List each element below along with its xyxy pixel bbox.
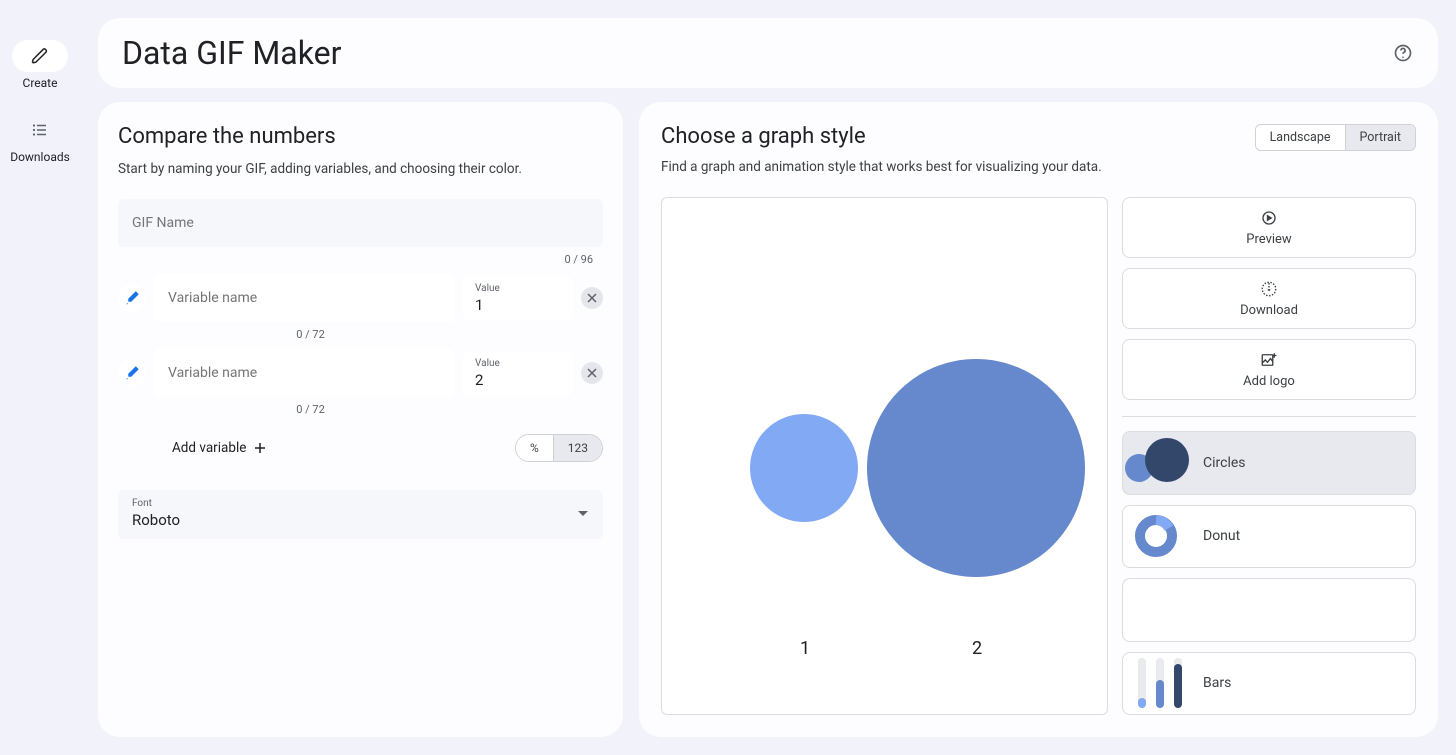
- sidebar-create-label: Create: [23, 76, 58, 90]
- style-circles-label: Circles: [1189, 455, 1246, 471]
- color-picker-2[interactable]: [118, 359, 146, 387]
- preview-value-1: 1: [800, 638, 810, 659]
- play-icon: [1260, 208, 1278, 228]
- close-icon: [587, 368, 597, 378]
- preview-circle-2: [867, 359, 1085, 577]
- body-columns: Compare the numbers Start by naming your…: [98, 102, 1438, 737]
- font-value: Roboto: [132, 511, 180, 529]
- preview-circle-1: [750, 414, 858, 522]
- preview-canvas: 1 2: [661, 197, 1108, 715]
- compare-subtitle: Start by naming your GIF, adding variabl…: [118, 161, 603, 177]
- style-donut[interactable]: Donut: [1122, 505, 1416, 569]
- preview-value-2: 2: [972, 638, 982, 659]
- variable-counter-1: 0 / 72: [158, 328, 463, 341]
- value-label-1: Value: [475, 283, 561, 294]
- donut-thumb-icon: [1123, 505, 1189, 569]
- sidebar-item-downloads[interactable]: Downloads: [10, 114, 70, 164]
- download-label: Download: [1240, 303, 1298, 318]
- sidebar-downloads-label: Downloads: [10, 150, 70, 164]
- orientation-landscape[interactable]: Landscape: [1256, 125, 1345, 150]
- style-panel: Preview Download Add logo: [1122, 197, 1416, 715]
- variable-name-input-1[interactable]: [154, 274, 455, 322]
- help-icon[interactable]: [1392, 42, 1414, 64]
- download-button[interactable]: Download: [1122, 268, 1416, 329]
- variable-counter-2: 0 / 72: [158, 403, 463, 416]
- color-picker-1[interactable]: [118, 284, 146, 312]
- variable-value-input-1[interactable]: [475, 294, 561, 316]
- variable-value-input-2[interactable]: [475, 369, 561, 391]
- add-row: Add variable % 123: [118, 434, 603, 462]
- gif-name-counter: 0 / 96: [118, 253, 603, 266]
- style-bars[interactable]: Bars: [1122, 652, 1416, 716]
- style-rectangles[interactable]: Rectangles: [1122, 578, 1416, 642]
- circles-thumb-icon: [1123, 431, 1189, 495]
- list-icon: [12, 114, 68, 146]
- divider: [1122, 416, 1416, 417]
- rectangles-thumb-icon: [1123, 579, 1415, 641]
- style-circles[interactable]: Circles: [1122, 431, 1416, 495]
- plus-icon: [254, 442, 266, 454]
- style-donut-label: Donut: [1189, 528, 1240, 544]
- sidebar-item-create[interactable]: Create: [12, 40, 68, 90]
- value-label-2: Value: [475, 358, 561, 369]
- sidebar: Create Downloads: [0, 0, 80, 755]
- download-icon: [1260, 279, 1278, 299]
- main: Data GIF Maker Compare the numbers Start…: [80, 0, 1456, 755]
- style-rectangles-label: Rectangles: [1415, 602, 1416, 618]
- add-variable-label: Add variable: [172, 440, 246, 456]
- pencil-icon: [12, 40, 68, 72]
- variable-row-1: Value 0 / 72: [118, 274, 603, 341]
- orientation-portrait[interactable]: Portrait: [1345, 125, 1416, 150]
- variable-value-wrap-1: Value: [463, 277, 573, 320]
- preview-button[interactable]: Preview: [1122, 197, 1416, 258]
- bars-thumb-icon: [1123, 652, 1189, 716]
- add-variable-button[interactable]: Add variable: [172, 440, 266, 456]
- unit-number[interactable]: 123: [553, 435, 602, 461]
- style-bars-label: Bars: [1189, 675, 1231, 691]
- header: Data GIF Maker: [98, 18, 1438, 88]
- chevron-down-icon: [577, 510, 589, 518]
- add-logo-label: Add logo: [1243, 374, 1295, 389]
- font-label: Font: [132, 498, 180, 509]
- remove-variable-1[interactable]: [581, 287, 603, 309]
- page-title: Data GIF Maker: [122, 34, 341, 72]
- variable-name-input-2[interactable]: [154, 349, 455, 397]
- compare-title: Compare the numbers: [118, 124, 603, 149]
- remove-variable-2[interactable]: [581, 362, 603, 384]
- variable-value-wrap-2: Value: [463, 352, 573, 395]
- preview-label: Preview: [1246, 232, 1291, 247]
- orientation-toggle: Landscape Portrait: [1255, 124, 1416, 151]
- gif-name-input[interactable]: [118, 199, 603, 247]
- compare-panel: Compare the numbers Start by naming your…: [98, 102, 623, 737]
- graph-subtitle: Find a graph and animation style that wo…: [661, 159, 1102, 175]
- unit-percent[interactable]: %: [516, 435, 553, 461]
- unit-toggle: % 123: [515, 434, 603, 462]
- variable-row-2: Value 0 / 72: [118, 349, 603, 416]
- add-logo-button[interactable]: Add logo: [1122, 339, 1416, 400]
- graph-title: Choose a graph style: [661, 124, 1102, 149]
- close-icon: [587, 293, 597, 303]
- font-select[interactable]: Font Roboto: [118, 490, 603, 539]
- add-image-icon: [1260, 350, 1278, 370]
- graph-panel: Choose a graph style Find a graph and an…: [639, 102, 1438, 737]
